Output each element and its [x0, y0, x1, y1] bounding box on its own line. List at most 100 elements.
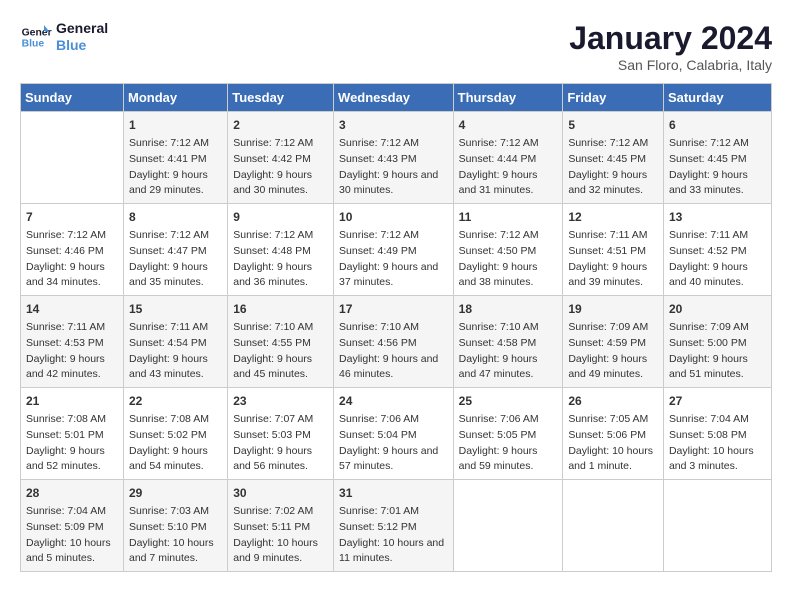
sunset-text: Sunset: 4:42 PM [233, 153, 311, 165]
day-number: 28 [26, 484, 118, 502]
daylight-text: Daylight: 10 hours and 1 minute. [568, 445, 653, 473]
day-number: 23 [233, 392, 328, 410]
daylight-text: Daylight: 9 hours and 40 minutes. [669, 261, 748, 289]
calendar-cell: 22Sunrise: 7:08 AMSunset: 5:02 PMDayligh… [124, 388, 228, 480]
calendar-week-row: 1Sunrise: 7:12 AMSunset: 4:41 PMDaylight… [21, 112, 772, 204]
calendar-cell: 18Sunrise: 7:10 AMSunset: 4:58 PMDayligh… [453, 296, 563, 388]
day-number: 8 [129, 208, 222, 226]
sunset-text: Sunset: 4:41 PM [129, 153, 207, 165]
logo-line1: General [56, 20, 108, 37]
sunset-text: Sunset: 5:06 PM [568, 429, 646, 441]
daylight-text: Daylight: 9 hours and 56 minutes. [233, 445, 312, 473]
sunset-text: Sunset: 5:09 PM [26, 521, 104, 533]
page-header: General Blue General Blue January 2024 S… [20, 20, 772, 73]
sunrise-text: Sunrise: 7:12 AM [129, 229, 209, 241]
calendar-header-thursday: Thursday [453, 84, 563, 112]
sunrise-text: Sunrise: 7:12 AM [459, 137, 539, 149]
day-number: 26 [568, 392, 658, 410]
daylight-text: Daylight: 9 hours and 34 minutes. [26, 261, 105, 289]
sunrise-text: Sunrise: 7:08 AM [26, 413, 106, 425]
daylight-text: Daylight: 9 hours and 37 minutes. [339, 261, 438, 289]
calendar-cell [563, 480, 664, 572]
sunset-text: Sunset: 5:08 PM [669, 429, 747, 441]
calendar-header-saturday: Saturday [663, 84, 771, 112]
sunset-text: Sunset: 4:59 PM [568, 337, 646, 349]
sunrise-text: Sunrise: 7:11 AM [568, 229, 647, 241]
day-number: 27 [669, 392, 766, 410]
day-number: 16 [233, 300, 328, 318]
sunrise-text: Sunrise: 7:08 AM [129, 413, 209, 425]
sunrise-text: Sunrise: 7:04 AM [26, 505, 106, 517]
sunrise-text: Sunrise: 7:10 AM [233, 321, 313, 333]
calendar-cell: 20Sunrise: 7:09 AMSunset: 5:00 PMDayligh… [663, 296, 771, 388]
sunrise-text: Sunrise: 7:02 AM [233, 505, 313, 517]
sunset-text: Sunset: 5:03 PM [233, 429, 311, 441]
day-number: 20 [669, 300, 766, 318]
logo-icon: General Blue [20, 21, 52, 53]
sunrise-text: Sunrise: 7:12 AM [459, 229, 539, 241]
sunrise-text: Sunrise: 7:07 AM [233, 413, 313, 425]
sunset-text: Sunset: 4:47 PM [129, 245, 207, 257]
sunrise-text: Sunrise: 7:10 AM [459, 321, 539, 333]
calendar-cell: 31Sunrise: 7:01 AMSunset: 5:12 PMDayligh… [334, 480, 454, 572]
sunset-text: Sunset: 4:45 PM [669, 153, 747, 165]
day-number: 30 [233, 484, 328, 502]
daylight-text: Daylight: 9 hours and 39 minutes. [568, 261, 647, 289]
sunrise-text: Sunrise: 7:11 AM [669, 229, 748, 241]
daylight-text: Daylight: 10 hours and 7 minutes. [129, 537, 214, 565]
daylight-text: Daylight: 9 hours and 42 minutes. [26, 353, 105, 381]
calendar-cell: 21Sunrise: 7:08 AMSunset: 5:01 PMDayligh… [21, 388, 124, 480]
location: San Floro, Calabria, Italy [569, 57, 772, 73]
sunrise-text: Sunrise: 7:12 AM [26, 229, 106, 241]
calendar-cell: 8 Sunrise: 7:12 AM Sunset: 4:47 PM Daylight… [124, 204, 228, 296]
title-block: January 2024 San Floro, Calabria, Italy [569, 20, 772, 73]
sunset-text: Sunset: 5:02 PM [129, 429, 207, 441]
day-number: 6 [669, 116, 766, 134]
day-number: 5 [568, 116, 658, 134]
calendar-cell: 12 Sunrise: 7:11 AM Sunset: 4:51 PM Dayligh… [563, 204, 664, 296]
day-number: 12 [568, 208, 658, 226]
day-number: 24 [339, 392, 448, 410]
sunset-text: Sunset: 4:51 PM [568, 245, 646, 257]
calendar-cell: 13Sunrise: 7:11 AMSunset: 4:52 PMDayligh… [663, 204, 771, 296]
sunset-text: Sunset: 4:44 PM [459, 153, 537, 165]
daylight-text: Daylight: 9 hours and 35 minutes. [129, 261, 208, 289]
daylight-text: Daylight: 9 hours and 51 minutes. [669, 353, 748, 381]
sunrise-text: Sunrise: 7:09 AM [669, 321, 749, 333]
day-number: 4 [459, 116, 558, 134]
calendar-header-friday: Friday [563, 84, 664, 112]
day-number: 15 [129, 300, 222, 318]
logo: General Blue General Blue [20, 20, 108, 54]
sunrise-text: Sunrise: 7:12 AM [129, 137, 209, 149]
day-number: 19 [568, 300, 658, 318]
sunset-text: Sunset: 4:54 PM [129, 337, 207, 349]
sunrise-text: Sunrise: 7:06 AM [459, 413, 539, 425]
calendar-header-tuesday: Tuesday [228, 84, 334, 112]
calendar-cell: 17Sunrise: 7:10 AMSunset: 4:56 PMDayligh… [334, 296, 454, 388]
daylight-text: Daylight: 10 hours and 9 minutes. [233, 537, 318, 565]
daylight-text: Daylight: 9 hours and 30 minutes. [233, 169, 312, 197]
sunrise-text: Sunrise: 7:04 AM [669, 413, 749, 425]
sunrise-text: Sunrise: 7:03 AM [129, 505, 209, 517]
svg-text:General: General [22, 27, 52, 38]
sunset-text: Sunset: 5:05 PM [459, 429, 537, 441]
calendar-cell: 4Sunrise: 7:12 AMSunset: 4:44 PMDaylight… [453, 112, 563, 204]
sunrise-text: Sunrise: 7:01 AM [339, 505, 419, 517]
sunset-text: Sunset: 4:48 PM [233, 245, 311, 257]
daylight-text: Daylight: 9 hours and 57 minutes. [339, 445, 438, 473]
calendar-cell: 30Sunrise: 7:02 AMSunset: 5:11 PMDayligh… [228, 480, 334, 572]
calendar-cell: 19Sunrise: 7:09 AMSunset: 4:59 PMDayligh… [563, 296, 664, 388]
calendar-cell: 5Sunrise: 7:12 AMSunset: 4:45 PMDaylight… [563, 112, 664, 204]
calendar-cell [453, 480, 563, 572]
calendar-cell: 24Sunrise: 7:06 AMSunset: 5:04 PMDayligh… [334, 388, 454, 480]
sunset-text: Sunset: 5:04 PM [339, 429, 417, 441]
sunrise-text: Sunrise: 7:12 AM [669, 137, 749, 149]
daylight-text: Daylight: 9 hours and 59 minutes. [459, 445, 538, 473]
sunrise-text: Sunrise: 7:12 AM [339, 229, 419, 241]
calendar-cell: 23 Sunrise: 7:07 AM Sunset: 5:03 PM Dayligh… [228, 388, 334, 480]
day-number: 31 [339, 484, 448, 502]
calendar-week-row: 7Sunrise: 7:12 AMSunset: 4:46 PMDaylight… [21, 204, 772, 296]
sunrise-text: Sunrise: 7:12 AM [233, 137, 313, 149]
calendar-cell: 15Sunrise: 7:11 AMSunset: 4:54 PMDayligh… [124, 296, 228, 388]
calendar-week-row: 14Sunrise: 7:11 AMSunset: 4:53 PMDayligh… [21, 296, 772, 388]
